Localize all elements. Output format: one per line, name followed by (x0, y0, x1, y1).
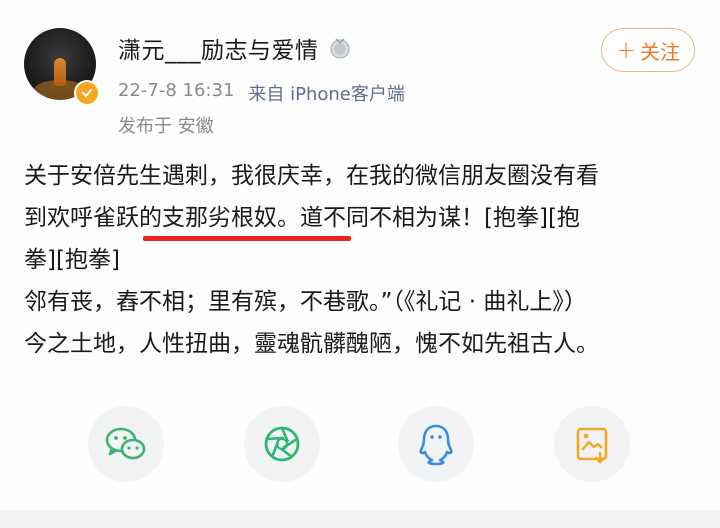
verified-badge-icon (74, 80, 100, 106)
author-name[interactable]: 潇元___励志与爱情 (118, 31, 319, 65)
medal-icon[interactable] (329, 37, 351, 59)
follow-button[interactable]: + 关注 (601, 28, 695, 72)
plus-icon: + (615, 36, 637, 64)
red-underline-annotation (143, 236, 351, 241)
share-moments-button[interactable] (244, 406, 320, 482)
post-location: 发布于 安徽 (118, 116, 214, 137)
share-bar (0, 406, 720, 486)
post-line: 关于安倍先生遇刺，我很庆幸，在我的微信朋友圈没有看 (24, 163, 599, 189)
post-time: 22-7-8 16:31 (118, 80, 235, 101)
post-meta: 22-7-8 16:31 来自 iPhone客户端 (118, 80, 405, 106)
post-line: 今之土地，人性扭曲，靈魂骯髒醜陋，愧不如先祖古人。 (24, 331, 599, 357)
weibo-post-screen: 潇元___励志与爱情 22-7-8 16:31 来自 iPhone客户端 发布于… (0, 0, 720, 528)
qq-icon (416, 422, 456, 466)
share-wechat-button[interactable] (88, 406, 164, 482)
wechat-icon (104, 424, 148, 464)
post-line: 邻有丧，舂不相；里有殡，不巷歌。”（《礼记 · 曲礼上》） (24, 289, 587, 315)
post-line: 到欢呼雀跃的支那劣根奴。道不同不相为谋！[抱拳][抱 (24, 205, 580, 231)
username-row: 潇元___励志与爱情 (118, 30, 351, 66)
follow-label: 关注 (640, 39, 681, 64)
post-source[interactable]: 来自 iPhone客户端 (248, 80, 404, 106)
save-image-button[interactable] (554, 406, 630, 482)
post-line: 拳][抱拳] (24, 247, 120, 273)
share-qq-button[interactable] (398, 406, 474, 482)
avatar-figure (54, 58, 66, 86)
moments-icon (262, 424, 302, 464)
save-image-icon (572, 424, 612, 464)
post-text: 关于安倍先生遇刺，我很庆幸，在我的微信朋友圈没有看 到欢呼雀跃的支那劣根奴。道不… (24, 155, 700, 365)
bottom-divider (0, 510, 720, 528)
